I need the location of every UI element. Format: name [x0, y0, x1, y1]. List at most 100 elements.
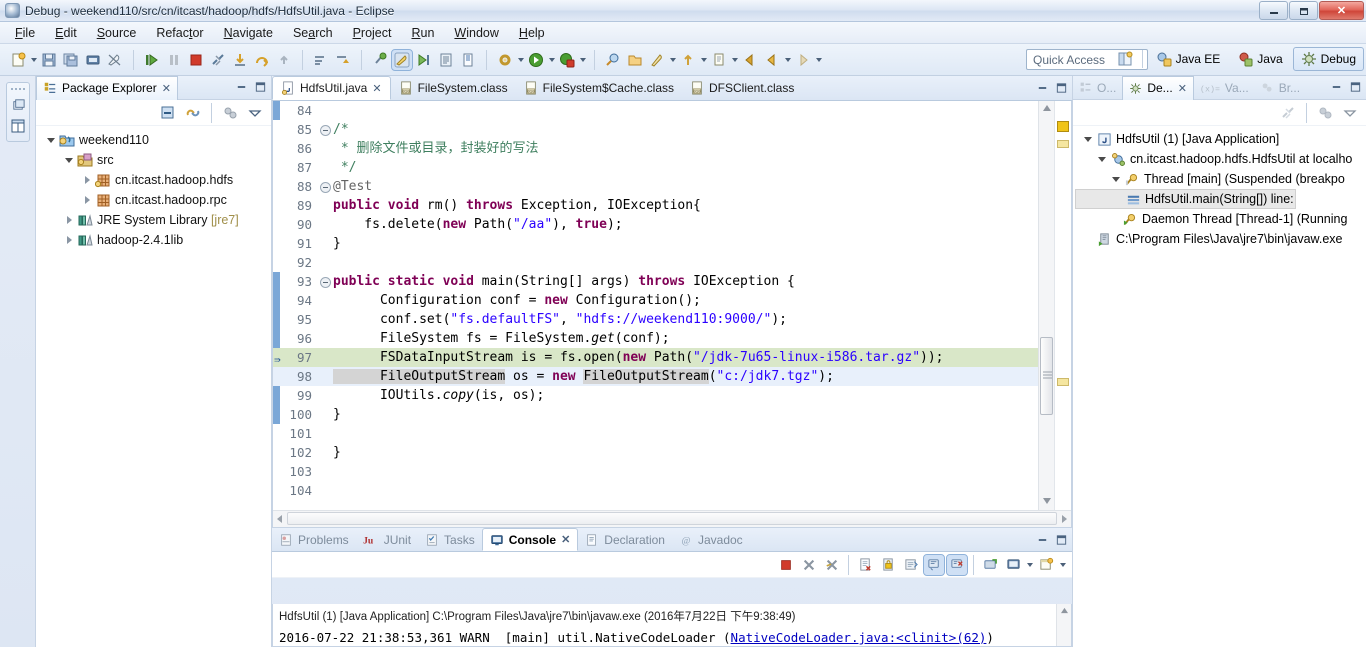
step-over-icon[interactable]: [252, 50, 272, 70]
fold-marker[interactable]: [319, 367, 331, 386]
tab-console[interactable]: Console ✕: [481, 528, 579, 551]
forward-icon[interactable]: [793, 50, 813, 70]
back-dropdown-icon[interactable]: [783, 50, 792, 70]
close-icon[interactable]: ✕: [1178, 82, 1187, 95]
open-perspective-icon[interactable]: [1115, 49, 1135, 69]
menu-source[interactable]: Source: [88, 24, 146, 42]
open-console-icon[interactable]: [980, 555, 1000, 575]
back-history-icon[interactable]: [762, 50, 782, 70]
fold-marker[interactable]: [319, 215, 331, 234]
debug-tree-process[interactable]: C:\Program Files\Java\jre7\bin\javaw.exe: [1073, 229, 1366, 249]
open-type-icon[interactable]: [436, 50, 456, 70]
minimize-button[interactable]: [1259, 1, 1288, 20]
close-icon[interactable]: ✕: [561, 533, 570, 546]
open-resource-icon[interactable]: [625, 50, 645, 70]
run-dropdown-icon[interactable]: [547, 50, 556, 70]
menu-run[interactable]: Run: [402, 24, 443, 42]
fold-marker[interactable]: [319, 386, 331, 405]
focus-on-active-task-icon[interactable]: [220, 103, 240, 123]
tab-junit[interactable]: Ju JUnit: [356, 528, 418, 551]
disconnect-icon[interactable]: [208, 50, 228, 70]
terminate-icon[interactable]: [186, 50, 206, 70]
debug-icon[interactable]: [391, 48, 413, 71]
display-console-dropdown-icon[interactable]: [1025, 555, 1034, 575]
tab-outline[interactable]: O...: [1073, 76, 1122, 100]
fold-marker[interactable]: [319, 139, 331, 158]
close-button[interactable]: ✕: [1319, 1, 1364, 20]
editor-tab-filesystem-class[interactable]: 010 FileSystem.class: [391, 76, 516, 100]
menu-navigate[interactable]: Navigate: [215, 24, 282, 42]
tab-debug[interactable]: De... ✕: [1122, 75, 1194, 100]
code-lines[interactable]: 84 85 /* 86 * 删除文件或目录，封装好的写法 87 */ 88 @Tes…: [273, 101, 1071, 510]
menu-refactor[interactable]: Refactor: [147, 24, 212, 42]
fold-marker[interactable]: [319, 253, 331, 272]
coverage-dropdown-icon[interactable]: [578, 50, 587, 70]
tab-problems[interactable]: Problems: [272, 528, 356, 551]
debug-tree-stack-frame[interactable]: HdfsUtil.main(String[]) line: 97: [1075, 189, 1296, 209]
maximize-icon[interactable]: [1054, 533, 1069, 547]
tab-breakpoints[interactable]: Br...: [1255, 76, 1306, 100]
restore-view-icon[interactable]: [7, 93, 29, 115]
minimize-icon[interactable]: [234, 80, 249, 94]
menu-project[interactable]: Project: [344, 24, 401, 42]
console-stacktrace-link[interactable]: NativeCodeLoader.java:<clinit>(62): [731, 630, 987, 645]
view-menu-icon[interactable]: [245, 103, 265, 123]
terminate-icon[interactable]: [776, 555, 796, 575]
tree-item-jre-system-library[interactable]: JRE System Library [jre7]: [36, 210, 271, 230]
run-last-tool-icon[interactable]: [414, 50, 434, 70]
perspective-java[interactable]: Java: [1230, 48, 1289, 70]
debug-tree-daemon-thread[interactable]: Daemon Thread [Thread-1] (Running: [1073, 209, 1366, 229]
new-console-dropdown-icon[interactable]: [1058, 555, 1067, 575]
twisty-icon[interactable]: [62, 236, 76, 244]
suspend-icon[interactable]: [164, 50, 184, 70]
tree-item-hadoop-lib[interactable]: hadoop-2.4.1lib: [36, 230, 271, 250]
fold-marker[interactable]: [319, 348, 331, 367]
external-tools-icon[interactable]: [370, 50, 390, 70]
fold-marker[interactable]: [319, 462, 331, 481]
open-task-icon[interactable]: [458, 50, 478, 70]
menu-window[interactable]: Window: [445, 24, 507, 42]
perspective-debug[interactable]: Debug: [1292, 47, 1364, 71]
clear-console-icon[interactable]: [855, 555, 875, 575]
fold-marker[interactable]: [319, 329, 331, 348]
run-icon[interactable]: [526, 50, 546, 70]
display-selected-console-icon[interactable]: [946, 553, 968, 576]
toggle-mark-occurrences-icon[interactable]: [105, 50, 125, 70]
resume-icon[interactable]: [142, 50, 162, 70]
minimize-icon[interactable]: [1035, 533, 1050, 547]
new-console-view-icon[interactable]: [1036, 555, 1056, 575]
editor-tab-filesystem-cache-class[interactable]: 010 FileSystem$Cache.class: [516, 76, 682, 100]
display-console-icon[interactable]: [1003, 555, 1023, 575]
console-output-panel[interactable]: HdfsUtil (1) [Java Application] C:\Progr…: [272, 604, 1072, 647]
save-all-icon[interactable]: [61, 50, 81, 70]
maximize-icon[interactable]: [253, 80, 268, 94]
twisty-icon[interactable]: [1081, 137, 1095, 142]
drop-to-frame-icon[interactable]: [333, 50, 353, 70]
twisty-icon[interactable]: [1109, 177, 1123, 182]
minimize-icon[interactable]: [1035, 81, 1050, 95]
twisty-icon[interactable]: [80, 176, 94, 184]
warning-marker[interactable]: [1057, 121, 1069, 132]
menu-file[interactable]: File: [6, 24, 44, 42]
fold-marker[interactable]: [319, 234, 331, 253]
console-vertical-scrollbar[interactable]: [1056, 604, 1071, 646]
code-editor[interactable]: 84 85 /* 86 * 删除文件或目录，封装好的写法 87 */ 88 @Tes…: [272, 101, 1072, 528]
annotation-overview-ruler[interactable]: [1054, 101, 1071, 510]
next-annotation-dropdown-icon[interactable]: [668, 50, 677, 70]
minimize-icon[interactable]: [1329, 80, 1344, 94]
perspective-java-ee[interactable]: Java EE: [1149, 48, 1228, 70]
fold-marker[interactable]: [319, 443, 331, 462]
tab-package-explorer[interactable]: Package Explorer ✕: [36, 75, 178, 100]
forward-dropdown-icon[interactable]: [814, 50, 823, 70]
editor-tab-dfsclient-class[interactable]: 010 DFSClient.class: [682, 76, 802, 100]
tree-item-package-hdfs[interactable]: cn.itcast.hadoop.hdfs: [36, 170, 271, 190]
tab-javadoc[interactable]: @ Javadoc: [672, 528, 750, 551]
fold-marker[interactable]: [319, 405, 331, 424]
next-annotation-icon[interactable]: [647, 50, 667, 70]
relaunch-icon[interactable]: [1315, 103, 1335, 123]
fold-marker[interactable]: [319, 310, 331, 329]
menu-search[interactable]: Search: [284, 24, 342, 42]
pin-console-icon[interactable]: [923, 553, 945, 576]
occurrence-marker[interactable]: [1057, 378, 1069, 386]
tab-variables[interactable]: (x)= Va...: [1194, 76, 1255, 100]
